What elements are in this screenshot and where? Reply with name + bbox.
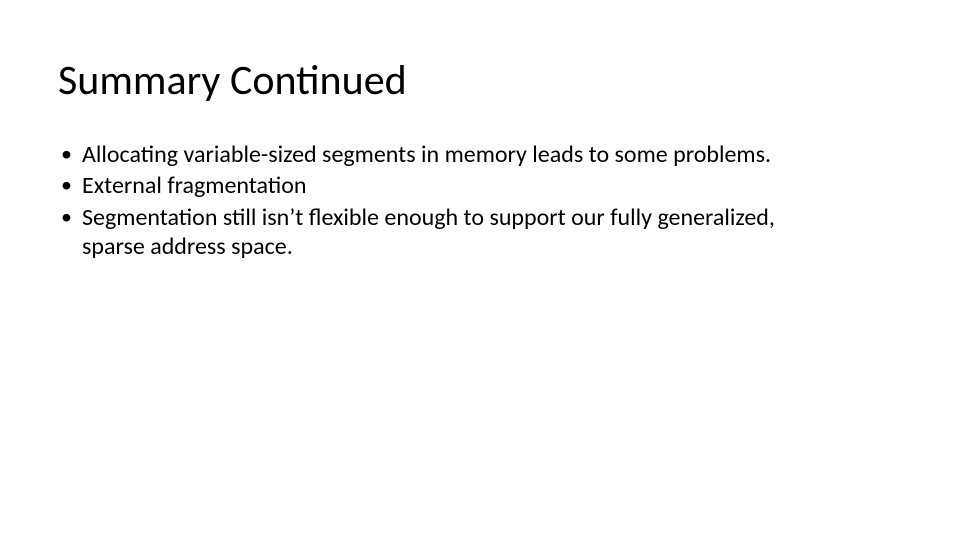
slide-title: Summary Continued: [58, 55, 407, 106]
slide-body: Allocating variable-sized segments in me…: [58, 140, 840, 263]
bullet-item: External fragmentation: [58, 171, 840, 200]
bullet-item: Segmentation still isn’t flexible enough…: [58, 203, 840, 262]
bullet-item: Allocating variable-sized segments in me…: [58, 140, 840, 169]
slide: Summary Continued Allocating variable-si…: [0, 0, 960, 540]
bullet-list: Allocating variable-sized segments in me…: [58, 140, 840, 261]
